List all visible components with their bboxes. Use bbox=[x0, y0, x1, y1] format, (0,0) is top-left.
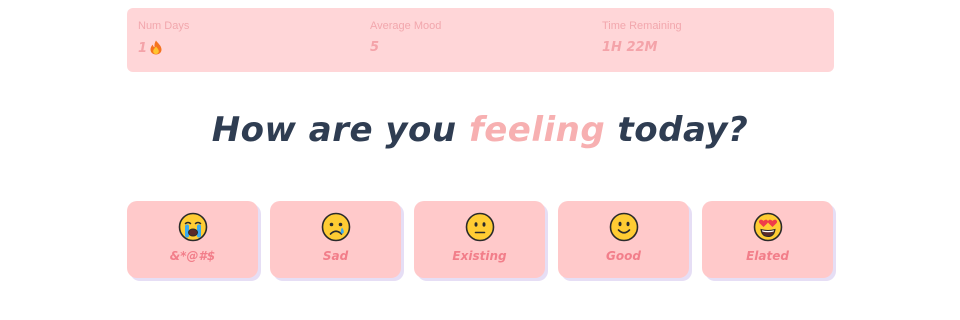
page-title-start: How are you bbox=[211, 110, 469, 150]
mood-button-elated[interactable]: Elated bbox=[702, 201, 833, 278]
stat-num-days-value: 1 bbox=[138, 41, 148, 56]
mood-label-sad: Sad bbox=[322, 249, 349, 263]
mood-button-worst[interactable]: &*@#$ bbox=[127, 201, 258, 278]
page-title-end: today? bbox=[605, 110, 749, 150]
mood-button-sad[interactable]: Sad bbox=[270, 201, 401, 278]
sad-face-icon bbox=[321, 212, 351, 242]
page-title: How are you feeling today? bbox=[0, 110, 960, 150]
stat-average-mood-label: Average Mood bbox=[370, 20, 442, 32]
stats-panel: Num Days 1 Average Mood 5 Time Remaining… bbox=[127, 8, 834, 72]
fire-icon bbox=[150, 40, 162, 55]
mood-label-existing: Existing bbox=[452, 249, 507, 263]
mood-label-good: Good bbox=[606, 249, 641, 263]
mood-button-existing[interactable]: Existing bbox=[414, 201, 545, 278]
page-title-accent: feeling bbox=[468, 110, 606, 150]
mood-options: &*@#$ Sad Existing Good Elated bbox=[127, 201, 837, 283]
neutral-face-icon bbox=[465, 212, 495, 242]
mood-button-good[interactable]: Good bbox=[558, 201, 689, 278]
stat-average-mood-value: 5 bbox=[370, 40, 380, 55]
stat-time-remaining-label: Time Remaining bbox=[602, 20, 682, 32]
stat-time-remaining-value: 1H 22M bbox=[602, 40, 658, 55]
stat-num-days-value-wrap: 1 bbox=[138, 40, 162, 56]
heart-eyes-face-icon bbox=[753, 212, 783, 242]
mood-label-worst: &*@#$ bbox=[169, 249, 216, 263]
crying-face-icon bbox=[178, 212, 208, 242]
smiling-face-icon bbox=[609, 212, 639, 242]
mood-label-elated: Elated bbox=[746, 249, 789, 263]
stat-num-days-label: Num Days bbox=[138, 20, 190, 32]
